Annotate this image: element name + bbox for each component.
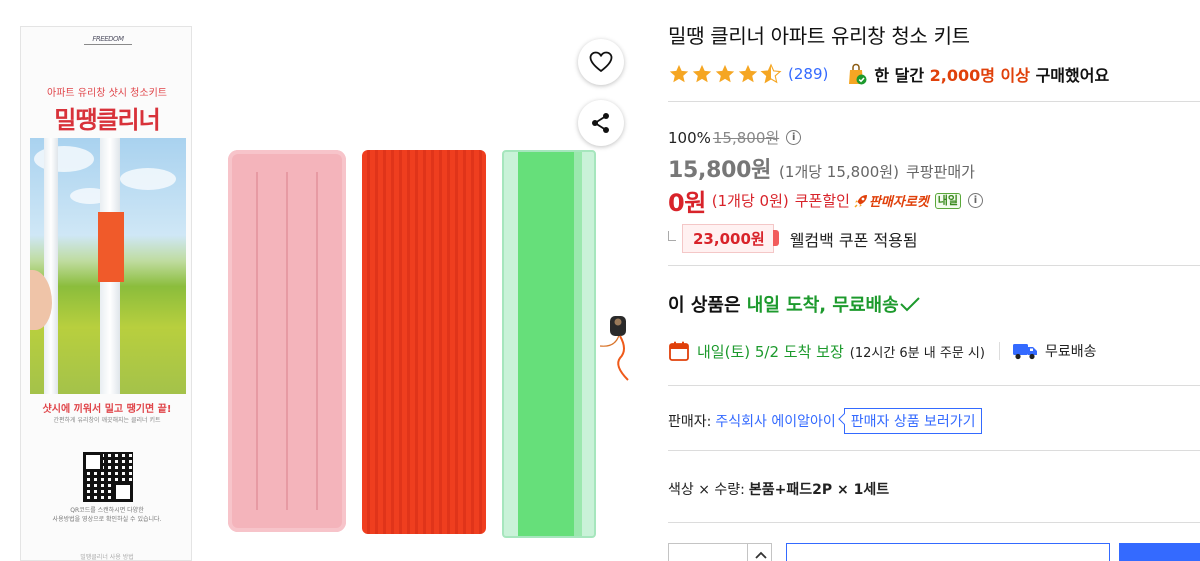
arrival-date: 내일(토) 5/2 도착 보장 — [697, 342, 844, 361]
product-image[interactable]: FREEDOM 아파트 유리창 샷시 청소키트 밀땡클리너 샷시에 끼워서 밀고… — [0, 0, 640, 561]
share-button[interactable] — [578, 100, 624, 146]
welcome-coupon-row: 23,000원 웰컴백 쿠폰 적용됨 — [668, 224, 918, 253]
coupon-label: 쿠폰할인 — [794, 192, 850, 210]
delivery-headline-prefix: 이 상품은 — [668, 295, 741, 316]
green-cleaner-body — [502, 150, 596, 538]
package-subtitle: 아파트 유리창 샷시 청소키트 — [47, 88, 167, 99]
tomorrow-badge: 내일 — [934, 192, 962, 209]
sale-price-row: 15,800원 (1개당 15,800원) 쿠팡판매가 — [668, 152, 975, 184]
wishlist-button[interactable] — [578, 39, 624, 85]
seller-rocket-label: 판매자로켓 — [868, 195, 929, 210]
check-icon — [899, 297, 920, 312]
qr-code — [83, 452, 133, 502]
info-icon[interactable]: i — [786, 130, 802, 145]
order-cutoff: (12시간 6분 내 주문 시) — [849, 345, 985, 361]
quantity-increase-button[interactable] — [747, 544, 773, 561]
cleaner-cord — [599, 316, 629, 381]
star-icon — [738, 64, 758, 83]
option-row: 색상 × 수량: 본품+패드2P × 1세트 — [668, 479, 889, 499]
option-label: 색상 × 수량: — [668, 482, 745, 498]
divider — [668, 265, 1200, 266]
welcome-coupon-amount: 23,000원 — [682, 224, 779, 253]
seller-row: 판매자: 주식회사 에이알아이 판매자 상품 보러가기 — [668, 408, 982, 434]
package-bottom-text: 밀땡클리너 사용 방법 — [80, 554, 134, 561]
delivery-headline-green: 내일 도착, 무료배송 — [746, 295, 899, 316]
share-icon — [592, 113, 609, 133]
pink-cleaning-pad — [228, 150, 346, 532]
package-title: 밀땡클리너 — [54, 106, 160, 134]
package-photo-pad — [98, 212, 124, 282]
seller-label: 판매자: — [668, 414, 712, 430]
qr-caption: QR코드를 스캔하시면 다양한 사용방법을 영상으로 확인하실 수 있습니다. — [21, 506, 193, 524]
divider — [668, 101, 1200, 102]
calendar-icon — [669, 341, 689, 361]
delivery-headline: 이 상품은 내일 도착, 무료배송 — [668, 291, 921, 317]
delivery-info-row: 내일(토) 5/2 도착 보장 (12시간 6분 내 주문 시) 무료배송 — [668, 340, 1097, 362]
coupon-unit-price: (1개당 0원) — [711, 192, 789, 210]
half-star-icon — [760, 63, 782, 84]
package-tagline: 샷시에 끼워서 밀고 땡기면 끝! — [42, 404, 172, 415]
seller-rocket-badge: 판매자로켓 — [853, 191, 929, 210]
seller-products-button[interactable]: 판매자 상품 보러가기 — [843, 408, 982, 434]
original-price: 15,800원 — [712, 129, 780, 147]
buy-now-button[interactable] — [1119, 543, 1200, 561]
welcome-coupon-text: 웰컴백 쿠폰 적용됨 — [789, 230, 918, 250]
purchase-highlight: 2,000명 이상 — [929, 66, 1030, 85]
product-info-panel: 밀땡 클리너 아파트 유리창 청소 키트 (289) 한 달간 2,000명 이… — [668, 0, 1200, 561]
qr-caption-line-2: 사용방법을 영상으로 확인하실 수 있습니다. — [52, 516, 162, 523]
purchase-suffix: 구매했어요 — [1035, 66, 1110, 85]
option-value: 본품+패드2P × 1세트 — [748, 482, 890, 498]
info-icon[interactable]: i — [968, 193, 984, 208]
purchase-prefix: 한 달간 — [874, 66, 925, 85]
shopping-bag-icon — [849, 63, 867, 85]
quantity-stepper[interactable] — [668, 543, 772, 561]
package-photo — [30, 138, 186, 394]
original-price-row: 100% 15,800원 i — [668, 127, 802, 148]
package-divider — [84, 44, 132, 45]
purchase-count-text: 한 달간 2,000명 이상 구매했어요 — [874, 62, 1109, 86]
package-tagline-sub: 간편하게 유리창이 깨끗해지는 클리너 키트 — [53, 417, 161, 424]
divider — [668, 450, 1200, 451]
unit-price: (1개당 15,800원) — [779, 163, 899, 181]
star-icon — [692, 64, 712, 83]
star-rating[interactable] — [668, 63, 782, 85]
rocket-icon — [854, 194, 867, 208]
coupon-price: 0원 — [668, 189, 706, 217]
divider — [668, 522, 1200, 523]
discount-rate: 100% — [668, 128, 711, 147]
rating-row: (289) 한 달간 2,000명 이상 구매했어요 — [668, 62, 1109, 86]
truck-icon — [1012, 344, 1037, 360]
heart-icon — [589, 51, 613, 72]
seller-name-link[interactable]: 주식회사 에이알아이 — [715, 411, 835, 431]
add-to-cart-button[interactable] — [786, 543, 1110, 561]
qr-caption-line-1: QR코드를 스캔하시면 다양한 — [70, 507, 144, 514]
chevron-up-icon — [754, 551, 767, 559]
separator — [998, 342, 1000, 360]
review-count-link[interactable]: (289) — [788, 65, 828, 83]
star-icon — [669, 64, 689, 83]
branch-line — [668, 230, 676, 241]
coupon-price-row: 0원 (1개당 0원) 쿠폰할인 판매자로켓 내일 i — [668, 183, 984, 218]
star-icon — [715, 64, 735, 83]
divider — [668, 385, 1200, 386]
red-cleaning-pad — [362, 150, 486, 534]
free-shipping-label: 무료배송 — [1044, 344, 1097, 360]
seller-price-type: 쿠팡판매가 — [905, 163, 975, 181]
product-title: 밀땡 클리너 아파트 유리창 청소 키트 — [668, 24, 970, 48]
sale-price: 15,800원 — [668, 158, 772, 183]
